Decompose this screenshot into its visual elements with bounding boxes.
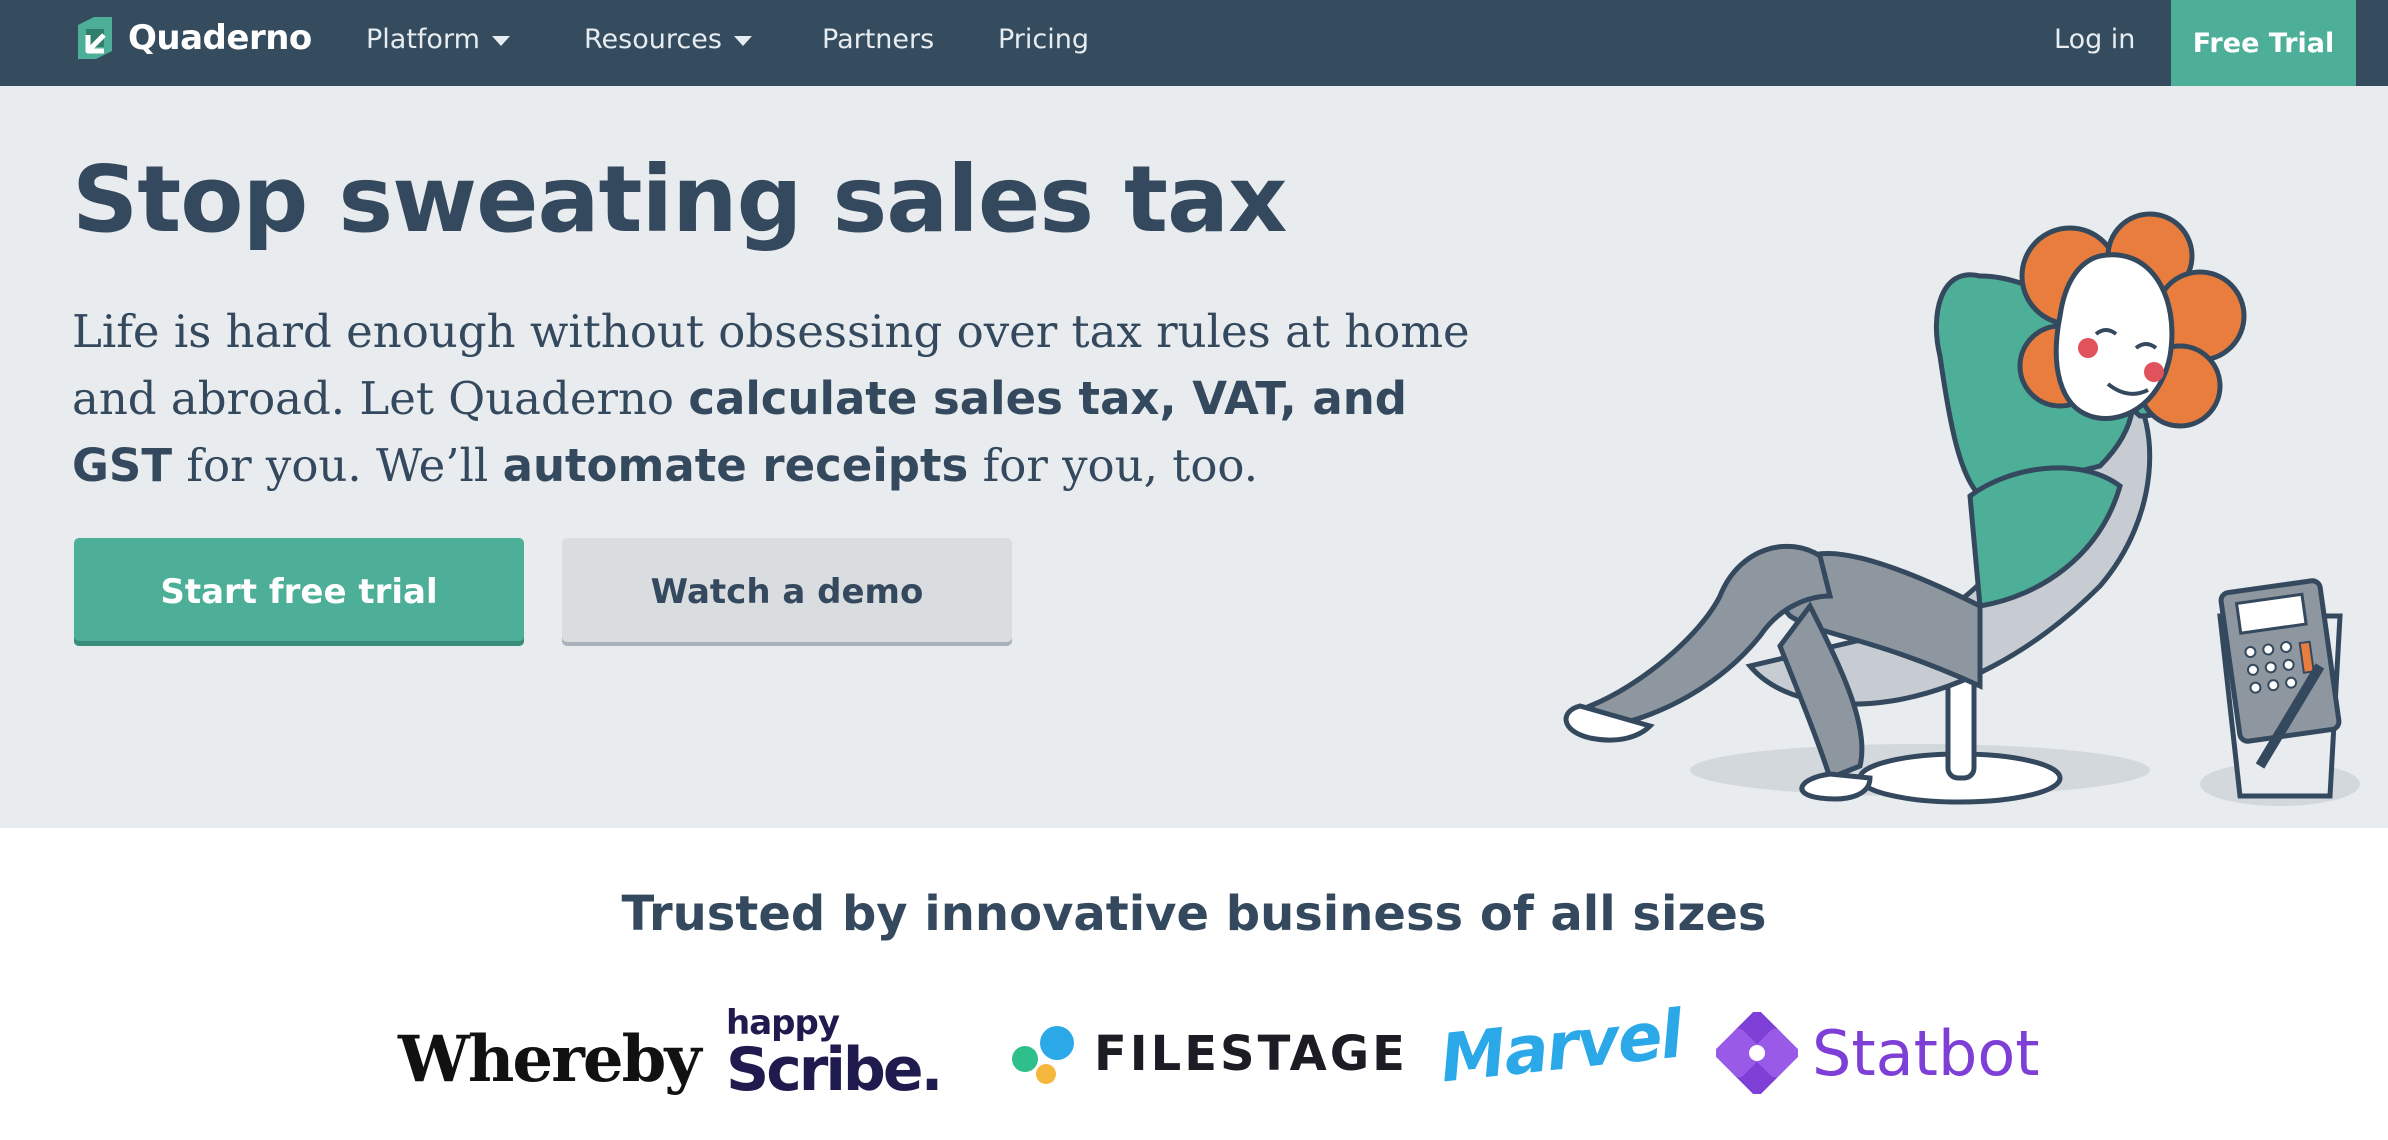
nav-item-label: Platform: [366, 23, 480, 55]
filestage-dots-icon: [1010, 1022, 1080, 1086]
statbot-text: Statbot: [1812, 1016, 2040, 1090]
customer-logos: Whereby happy Scribe. FILESTAGE Marvel S…: [0, 996, 2388, 1120]
subtitle-text: for you. We’ll: [172, 439, 503, 492]
statbot-logo: Statbot: [1716, 1012, 2040, 1094]
hero-title: Stop sweating sales tax: [72, 146, 1287, 253]
happyscribe-logo: happy Scribe.: [726, 1006, 943, 1105]
nav-item-label: Pricing: [998, 23, 1090, 55]
whereby-logo: Whereby: [398, 1022, 701, 1097]
caret-down-icon: [491, 36, 510, 46]
nav-item-pricing[interactable]: Pricing: [998, 0, 1089, 78]
watch-demo-button[interactable]: Watch a demo: [562, 538, 1012, 646]
happyscribe-bottom: Scribe.: [726, 1035, 943, 1105]
filestage-text: FILESTAGE: [1094, 1026, 1408, 1082]
brand-name: Quaderno: [128, 18, 312, 58]
filestage-logo: FILESTAGE: [1010, 1022, 1408, 1086]
top-navigation: Quaderno Platform Resources Partners Pri…: [0, 0, 2388, 86]
nav-item-platform[interactable]: Platform: [366, 0, 510, 78]
marvel-logo: Marvel: [1436, 995, 1685, 1098]
nav-item-resources[interactable]: Resources: [584, 0, 752, 78]
start-free-trial-button[interactable]: Start free trial: [74, 538, 524, 646]
subtitle-text: for you, too.: [968, 439, 1259, 492]
hero-section: Stop sweating sales tax Life is hard eno…: [0, 86, 2388, 828]
nav-item-label: Partners: [822, 23, 935, 55]
hero-subtitle: Life is hard enough without obsessing ov…: [72, 298, 1492, 499]
subtitle-highlight: automate receipts: [502, 439, 969, 492]
button-label: Start free trial: [160, 572, 438, 612]
statbot-logo-icon: [1716, 1012, 1798, 1094]
nav-item-label: Resources: [584, 23, 722, 55]
login-link[interactable]: Log in: [2054, 0, 2135, 78]
nav-item-partners[interactable]: Partners: [822, 0, 934, 78]
free-trial-label: Free Trial: [2192, 27, 2335, 59]
free-trial-button[interactable]: Free Trial: [2171, 0, 2356, 86]
trusted-title: Trusted by innovative business of all si…: [621, 886, 1767, 942]
brand-logo-link[interactable]: Quaderno: [74, 13, 312, 63]
login-label: Log in: [2054, 23, 2136, 55]
button-label: Watch a demo: [650, 572, 924, 612]
relaxing-person-illustration: [1563, 211, 2360, 806]
quaderno-logo-icon: [78, 17, 112, 59]
caret-down-icon: [733, 36, 752, 46]
